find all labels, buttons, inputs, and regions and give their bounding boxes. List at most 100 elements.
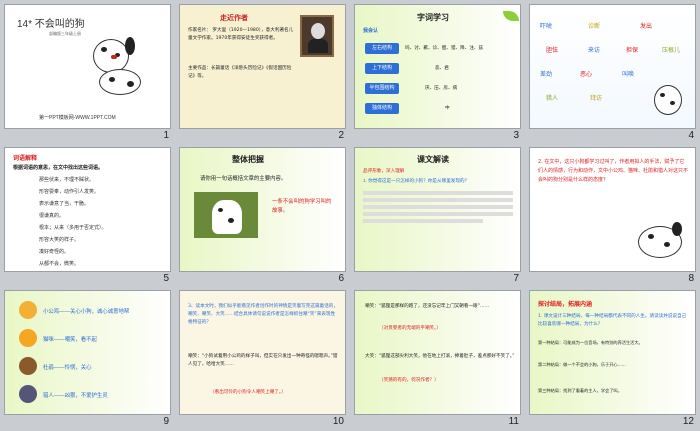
slide-number: 5	[163, 273, 169, 284]
slide-thumb-6[interactable]: 整体把握 请你用一句话概括文章的主要内容。 一条不会叫的狗学习叫的故事。 6	[175, 143, 350, 286]
slide-12-intro: 1. 课文设计三种结局，每一种结局都代表不同的人生。请读读并说说自己比较喜欢哪一…	[538, 314, 687, 327]
ending-item: 第一种结局：可能成为一位音场，有特别的养活生活大。	[538, 340, 643, 345]
word: 胆怯	[546, 48, 559, 54]
cat-icon	[19, 329, 37, 347]
slide-11-text2: （对贵婴者的无端的平嘲笑。）	[379, 326, 442, 331]
slide-11-text3: 大笑：“狐狸这部尖利大笑，他在地上打滚，捧着肚子，差点那好不笑了。”	[365, 354, 515, 359]
slide-number: 11	[508, 416, 519, 427]
def-item: 凑好奇怪的。	[39, 249, 70, 255]
slide-number: 7	[513, 273, 519, 284]
slide-3-title: 字词学习	[417, 13, 449, 22]
def-item: 形容耍奉，动作引人发笑。	[39, 189, 100, 195]
slide-9-canvas: 小公鸡——关心小狗，诚心诚意地帮 猫咪——嘲笑，看不起 杜鹃——怜悯，关心 猎人…	[4, 290, 171, 415]
slide-6-canvas: 整体把握 请你用一句话概括文章的主要内容。 一条不会叫的狗学习叫的故事。	[179, 147, 346, 272]
def-item: 表示谦意了当，干脆。	[39, 201, 90, 207]
slide-3-canvas: 字词学习 我会认 左右结构 吗、讨、歉、诊、胆、猎、降、注、兹 上下结构 恶、君…	[354, 4, 521, 129]
slide-1-subtitle: 部编版三年级上册	[49, 31, 81, 36]
rooster-icon	[19, 301, 37, 319]
slide-thumb-12[interactable]: 探讨结局，拓展内涵 1. 课文设计三种结局，每一种结局都代表不同的人生。请读读并…	[525, 286, 700, 429]
cuckoo-icon	[19, 357, 37, 375]
slide-thumb-10[interactable]: 3、读本文时，我们似乎能看见作者创作时的神情是笑着写完这篇童话的，嘲笑、嘲笑、大…	[175, 286, 350, 429]
slide-8-canvas: 2. 在文中，这只小狗都学习过叫了，作者用拟人的手法，赋予了它们人的情感，行为和…	[529, 147, 696, 272]
slide-10-text2: 嘲笑：“小狗试着用小公鸡的样子叫，但实在只发出一种奇怪的嗯嗯声。”猎人见了，哈哈…	[188, 354, 338, 367]
slide-number: 6	[338, 273, 344, 284]
def-item: 那些伏来，不理不睬状。	[39, 177, 95, 183]
slide-7-question: 1. 你觉得这是一只怎样的小狗？你是从哪里发现的？	[363, 178, 470, 183]
slide-7-body	[363, 188, 513, 226]
slide-7-sub: 品评形象，深入理解	[363, 168, 405, 173]
slide-1-title: 14* 不会叫的狗	[17, 19, 85, 30]
row-label: 独体结构	[365, 103, 399, 114]
slide-number: 1	[163, 130, 169, 141]
ending-item: 第三种结局：找到了看着的主人，学会了叫。	[538, 388, 622, 393]
slide-5-title: 词语解释	[13, 156, 38, 162]
slide-6-title: 整体把握	[232, 155, 264, 164]
slide-thumb-3[interactable]: 字词学习 我会认 左右结构 吗、讨、歉、诊、胆、猎、降、注、兹 上下结构 恶、君…	[350, 0, 525, 143]
word: 差劲	[540, 72, 553, 78]
attitude-item: 猎人——凶狠，不爱护生灵	[43, 393, 108, 399]
dalmatian-illustration	[650, 81, 690, 121]
slide-2-text2: 主要作品：长篇童话《洋葱头历险记》《假话国历险记》等。	[188, 66, 292, 79]
slide-number: 3	[513, 130, 519, 141]
word: 诊断	[588, 24, 601, 30]
slide-number: 10	[332, 416, 344, 427]
slide-thumb-11[interactable]: 嘲笑：“狐狸是那样的跑了，还没忘记牢上门又朝看一眼”…… （对贵婴者的无端的平嘲…	[350, 286, 525, 429]
dalmatian-photo	[194, 192, 258, 238]
leaf-icon	[503, 11, 519, 21]
dalmatian-illustration	[85, 33, 149, 97]
word: 来访	[588, 48, 601, 54]
def-item: 很谦真的。	[39, 213, 65, 219]
slide-7-canvas: 课文解读 品评形象，深入理解 1. 你觉得这是一只怎样的小狗？你是从哪里发现的？	[354, 147, 521, 272]
attitude-item: 猫咪——嘲笑，看不起	[43, 337, 97, 343]
slide-number: 9	[163, 416, 169, 427]
slide-5-intro: 根据词语的意思，在文中找出这些词语。	[13, 165, 104, 171]
slide-number: 8	[688, 273, 694, 284]
slide-8-question: 2. 在文中，这只小狗都学习过叫了，作者用拟人的手法，赋予了它们人的情感，行为和…	[538, 159, 689, 183]
def-item: 从都不会，微笑。	[39, 261, 80, 267]
def-item: 形容大笑的样子。	[39, 237, 80, 243]
slide-thumb-5[interactable]: 词语解释 根据词语的意思，在文中找出这些词语。 那些伏来，不理不睬状。 形容耍奉…	[0, 143, 175, 286]
slide-10-canvas: 3、读本文时，我们似乎能看见作者创作时的神情是笑着写完这篇童话的，嘲笑、嘲笑、大…	[179, 290, 346, 415]
slide-thumb-4[interactable]: 吓唬 诊断 发出 胆怯 来访 担保 压根儿 差劲 恶心 叫唤 猎人 拜访 4	[525, 0, 700, 143]
slide-thumb-9[interactable]: 小公鸡——关心小狗，诚心诚意地帮 猫咪——嘲笑，看不起 杜鹃——怜悯，关心 猎人…	[0, 286, 175, 429]
word: 担保	[626, 48, 639, 54]
def-item: 根本；从来（多用于否定式）。	[39, 225, 107, 231]
slide-11-canvas: 嘲笑：“狐狸是那样的跑了，还没忘记牢上门又朝看一眼”…… （对贵婴者的无端的平嘲…	[354, 290, 521, 415]
slide-6-question: 请你用一句话概括文章的主要内容。	[200, 176, 287, 182]
word: 压根儿	[662, 48, 681, 54]
slide-12-title: 探讨结局，拓展内涵	[538, 302, 593, 308]
slide-number: 12	[682, 416, 694, 427]
slide-10-text1: 3、读本文时，我们似乎能看见作者创作时的神情是笑着写完这篇童话的，嘲笑、嘲笑、大…	[188, 304, 338, 325]
slide-thumb-7[interactable]: 课文解读 品评形象，深入理解 1. 你觉得这是一只怎样的小狗？你是从哪里发现的？…	[350, 143, 525, 286]
slide-12-canvas: 探讨结局，拓展内涵 1. 课文设计三种结局，每一种结局都代表不同的人生。请读读并…	[529, 290, 696, 415]
row-value: 厌、压、房、病	[425, 85, 458, 90]
hunter-icon	[19, 385, 37, 403]
slide-11-text1: 嘲笑：“狐狸是那样的跑了，还没忘记牢上门又朝看一眼”……	[365, 304, 490, 309]
slide-thumb-8[interactable]: 2. 在文中，这只小狗都学习过叫了，作者用拟人的手法，赋予了它们人的情感，行为和…	[525, 143, 700, 286]
author-portrait	[300, 15, 334, 57]
slide-2-title: 走近作者	[220, 15, 248, 22]
slide-thumb-1[interactable]: 14* 不会叫的狗 部编版三年级上册 第一PPT模板网-WWW.1PPT.COM…	[0, 0, 175, 143]
word: 恶心	[580, 72, 593, 78]
slide-10-text3: （看出可怜的小狗令人嘲笑上嘲了。）	[210, 390, 286, 395]
slide-3-tag: 我会认	[363, 28, 379, 34]
row-value: 恶、君	[435, 65, 449, 70]
slide-7-title: 课文解读	[417, 155, 449, 164]
slide-11-text4: （笑猜的有的，何况作者？）	[379, 378, 439, 383]
word: 拜访	[590, 96, 603, 102]
attitude-item: 小公鸡——关心小狗，诚心诚意地帮	[43, 309, 130, 315]
slide-thumb-2[interactable]: 走近作者 作家名片： 罗大里（1920—1980），意大利著名儿童文学作家。19…	[175, 0, 350, 143]
slide-number: 4	[688, 130, 694, 141]
ending-item: 第二种结局：做一个不会的小狗，乐于开心……	[538, 362, 626, 367]
row-value: 吗、讨、歉、诊、胆、猎、降、注、兹	[405, 45, 484, 50]
word: 猎人	[546, 96, 559, 102]
word: 吓唬	[540, 24, 553, 30]
attitude-item: 杜鹃——怜悯，关心	[43, 365, 92, 371]
dalmatian-illustration	[634, 214, 690, 264]
slide-number: 2	[338, 130, 344, 141]
word: 发出	[640, 24, 653, 30]
slide-1-footer: 第一PPT模板网-WWW.1PPT.COM	[39, 115, 116, 121]
slide-5-canvas: 词语解释 根据词语的意思，在文中找出这些词语。 那些伏来，不理不睬状。 形容耍奉…	[4, 147, 171, 272]
slide-4-canvas: 吓唬 诊断 发出 胆怯 来访 担保 压根儿 差劲 恶心 叫唤 猎人 拜访	[529, 4, 696, 129]
word: 叫唤	[622, 72, 635, 78]
